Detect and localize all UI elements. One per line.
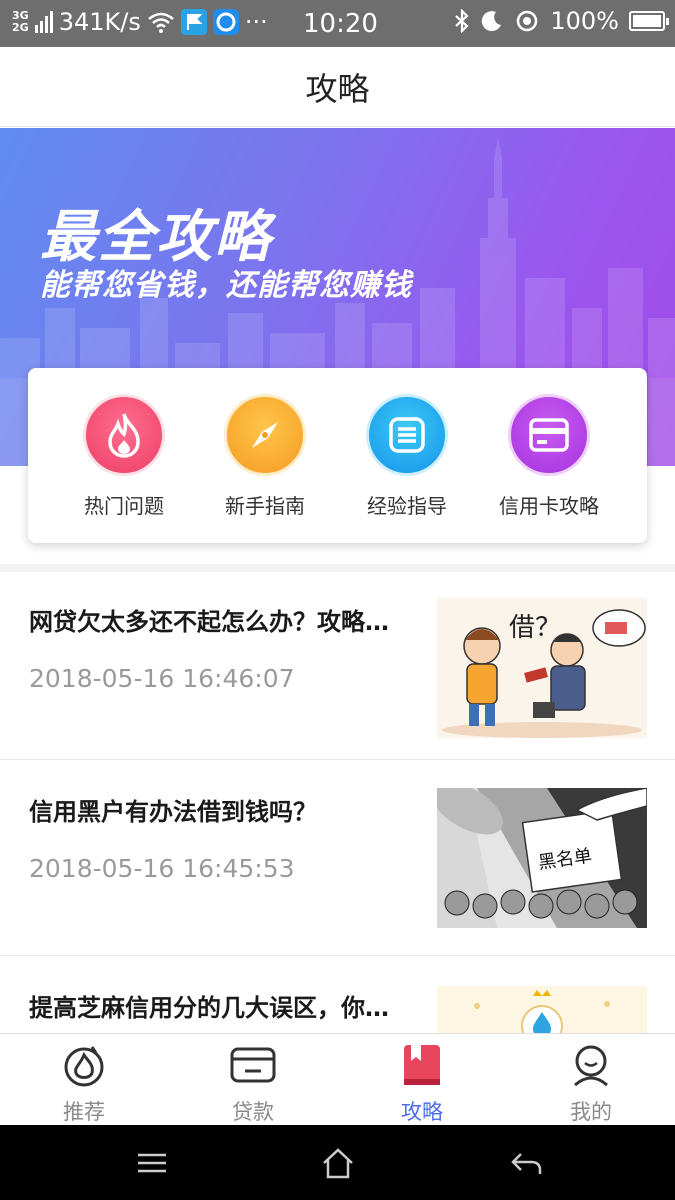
- article-title: 信用黑户有办法借到钱吗？: [29, 798, 317, 826]
- category-hot-questions[interactable]: 热门问题: [54, 394, 194, 519]
- network-type-bottom: 2G: [12, 21, 29, 34]
- banner-subtitle: 能帮您省钱，还能帮您赚钱: [40, 268, 412, 303]
- signal-icon: [34, 11, 53, 33]
- status-bar: 3G 2G 341K/s ··· 10:20 100%: [0, 0, 675, 47]
- status-right: 100%: [454, 7, 669, 35]
- article-item[interactable]: 信用黑户有办法借到钱吗？ 2018-05-16 16:45:53 黑名单: [0, 760, 675, 956]
- tab-label: 贷款: [232, 1100, 274, 1124]
- bottom-tab-bar: 推荐 贷款 攻略 我的: [0, 1033, 675, 1125]
- more-notifications: ···: [244, 8, 268, 36]
- wifi-icon: [148, 12, 174, 33]
- tab-label: 推荐: [63, 1100, 105, 1124]
- battery-percent: 100%: [550, 7, 619, 35]
- system-nav-bar: [0, 1125, 675, 1200]
- compass-icon: [224, 394, 306, 476]
- tab-profile[interactable]: 我的: [531, 1042, 651, 1126]
- category-label: 热门问题: [84, 494, 164, 518]
- section-divider: [0, 564, 675, 572]
- category-label: 新手指南: [225, 494, 305, 518]
- clock: 10:20: [303, 9, 378, 39]
- guide-book-icon: [362, 1042, 482, 1088]
- bluetooth-icon: [455, 9, 469, 33]
- loan-card-icon: [193, 1042, 313, 1088]
- category-beginner-guide[interactable]: 新手指南: [195, 394, 335, 519]
- category-label: 经验指导: [367, 494, 447, 518]
- battery-icon: [629, 11, 669, 31]
- moon-icon: [482, 11, 502, 32]
- thumbnail-caption: 借？: [509, 613, 561, 643]
- status-left: 3G 2G 341K/s ···: [12, 8, 268, 36]
- browser-app-icon: [212, 9, 239, 35]
- recommend-icon: [24, 1042, 144, 1088]
- article-thumbnail: 借？: [437, 598, 647, 738]
- tab-loan[interactable]: 贷款: [193, 1042, 313, 1126]
- category-experience[interactable]: 经验指导: [337, 394, 477, 519]
- flag-app-icon: [180, 9, 207, 35]
- tab-recommend[interactable]: 推荐: [24, 1042, 144, 1126]
- article-date: 2018-05-16 16:46:07: [29, 664, 295, 693]
- flame-icon: [83, 394, 165, 476]
- network-speed: 341K/s: [58, 8, 141, 36]
- category-credit-card[interactable]: 信用卡攻略: [479, 394, 619, 519]
- article-title: 网贷欠太多还不起怎么办？攻略…: [29, 608, 389, 636]
- document-icon: [366, 394, 448, 476]
- tab-label: 攻略: [401, 1100, 443, 1124]
- article-title: 提高芝麻信用分的几大误区，你…: [29, 994, 389, 1022]
- category-label: 信用卡攻略: [499, 494, 599, 518]
- article-thumbnail: 黑名单: [437, 788, 647, 928]
- category-card: 热门问题 新手指南 经验指导 信用卡攻略: [28, 368, 647, 543]
- network-type: 3G 2G: [12, 10, 29, 34]
- location-icon: [517, 10, 538, 32]
- home-icon[interactable]: [318, 1145, 358, 1181]
- article-item[interactable]: 提高芝麻信用分的几大误区，你…: [0, 956, 675, 1036]
- back-icon[interactable]: [506, 1145, 546, 1181]
- header: 攻略: [0, 47, 675, 127]
- tab-guide[interactable]: 攻略: [362, 1042, 482, 1126]
- article-thumbnail: [437, 986, 647, 1034]
- credit-card-icon: [508, 394, 590, 476]
- article-date: 2018-05-16 16:45:53: [29, 854, 295, 883]
- profile-icon: [531, 1042, 651, 1088]
- tab-label: 我的: [570, 1100, 612, 1124]
- article-item[interactable]: 网贷欠太多还不起怎么办？攻略… 2018-05-16 16:46:07 借？: [0, 572, 675, 760]
- menu-icon[interactable]: [132, 1145, 172, 1181]
- page-title: 攻略: [305, 69, 370, 108]
